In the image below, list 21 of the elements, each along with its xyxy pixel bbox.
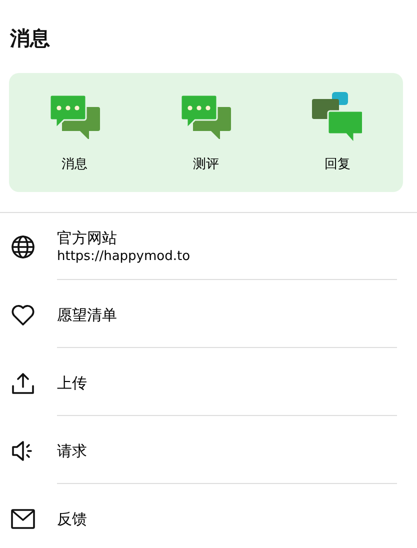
shortcut-button[interactable]: 测评 bbox=[140, 73, 272, 192]
upload-icon bbox=[11, 371, 35, 395]
mail-icon bbox=[11, 509, 35, 529]
page-title: 消息 bbox=[10, 25, 51, 52]
globe-icon bbox=[11, 235, 35, 259]
website-url: https://happymod.to bbox=[57, 248, 192, 266]
menu-label: 请求 bbox=[57, 440, 88, 460]
menu-item[interactable]: 官方网站 https://happymod.to bbox=[0, 213, 417, 281]
menu-label: 反馈 bbox=[57, 509, 88, 529]
menu-item[interactable]: 请求 bbox=[0, 417, 417, 485]
menu-label: 上传 bbox=[57, 372, 88, 392]
menu-label: 官方网站 bbox=[57, 228, 118, 248]
speaker-icon bbox=[11, 439, 35, 463]
menu-label: 愿望清单 bbox=[57, 304, 118, 324]
menu-item[interactable]: 愿望清单 bbox=[0, 281, 417, 349]
menu-item[interactable]: 反馈 bbox=[0, 485, 417, 548]
shortcut-button[interactable]: 回复 bbox=[272, 73, 403, 192]
heart-icon bbox=[11, 304, 35, 326]
reply-bubbles-icon bbox=[312, 92, 362, 142]
menu-item[interactable]: 上传 bbox=[0, 349, 417, 417]
shortcut-button[interactable]: 消息 bbox=[9, 73, 140, 192]
